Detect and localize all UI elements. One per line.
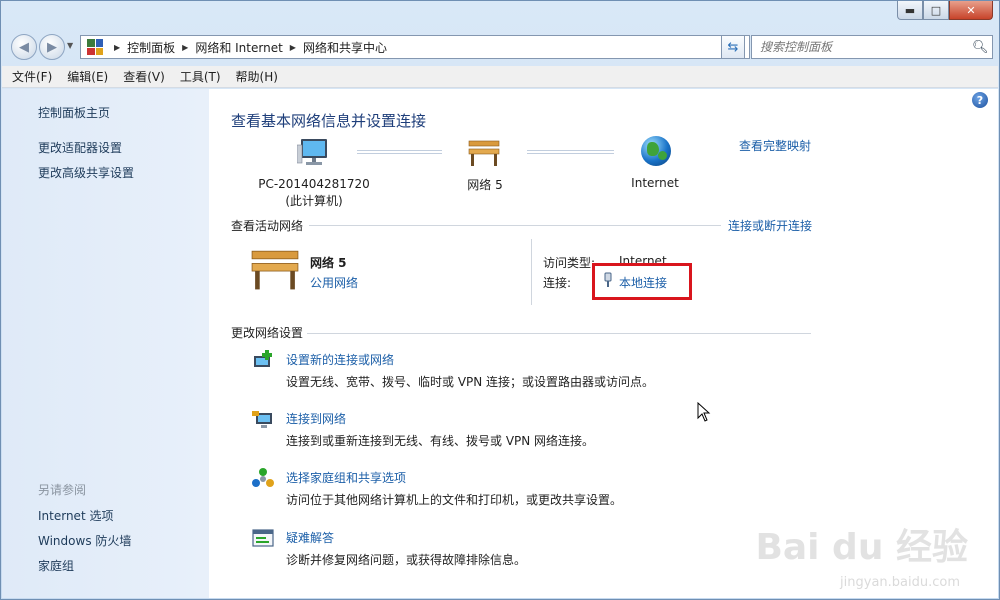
access-type-label: 访问类型: bbox=[543, 256, 596, 270]
divider bbox=[307, 333, 811, 334]
connect-disconnect-link[interactable]: 连接或断开连接 bbox=[728, 217, 812, 234]
troubleshoot-icon bbox=[252, 529, 274, 547]
computer-name: PC-201404281720 bbox=[258, 177, 370, 191]
window: ▬ □ ✕ ◀ ▶ ▼ ▶ 控制面板 ▶ 网络和 Internet ▶ 网络和共… bbox=[0, 0, 1000, 600]
breadcrumb-network-sharing[interactable]: 网络和共享中心 bbox=[303, 39, 387, 56]
computer-sub: (此计算机) bbox=[285, 194, 343, 208]
active-networks-title: 查看活动网络 bbox=[231, 219, 304, 233]
change-settings-title: 更改网络设置 bbox=[231, 326, 304, 340]
mouse-cursor-icon bbox=[697, 402, 711, 422]
close-button[interactable]: ✕ bbox=[949, 1, 993, 20]
maximize-button[interactable]: □ bbox=[923, 1, 949, 20]
network-type-link[interactable]: 公用网络 bbox=[310, 274, 358, 291]
internet-map-label[interactable]: Internet bbox=[615, 176, 695, 190]
sidebar-change-advanced-sharing[interactable]: 更改高级共享设置 bbox=[38, 164, 134, 181]
menu-view[interactable]: 查看(V) bbox=[123, 68, 165, 85]
setup-connection-link[interactable]: 设置新的连接或网络 bbox=[286, 351, 394, 368]
see-also-heading: 另请参阅 bbox=[38, 483, 87, 497]
forward-arrow-icon: ▶ bbox=[47, 39, 57, 55]
search-icon[interactable]: 🔍︎ bbox=[972, 40, 992, 55]
troubleshoot-desc: 诊断并修复网络问题，或获得故障排除信息。 bbox=[286, 553, 527, 567]
bench-icon bbox=[251, 250, 299, 290]
sidebar-control-panel-home[interactable]: 控制面板主页 bbox=[38, 104, 110, 121]
new-connection-icon bbox=[254, 350, 272, 367]
active-network-name: 网络 5 bbox=[310, 256, 347, 270]
breadcrumb-control-panel[interactable]: 控制面板 bbox=[127, 39, 175, 56]
view-full-map-link[interactable]: 查看完整映射 bbox=[739, 137, 811, 154]
menu-file[interactable]: 文件(F) bbox=[12, 68, 52, 85]
chevron-right-icon[interactable]: ▶ bbox=[182, 43, 188, 52]
breadcrumb-network-internet[interactable]: 网络和 Internet bbox=[195, 39, 282, 56]
network-map-label[interactable]: 网络 5 bbox=[445, 176, 525, 193]
back-button[interactable]: ◀ bbox=[11, 34, 37, 60]
help-icon[interactable]: ? bbox=[972, 92, 988, 108]
forward-button[interactable]: ▶ bbox=[39, 34, 65, 60]
connect-network-link[interactable]: 连接到网络 bbox=[286, 410, 346, 427]
divider bbox=[309, 225, 721, 226]
page-title: 查看基本网络信息并设置连接 bbox=[231, 112, 427, 130]
search-box[interactable]: 🔍︎ bbox=[751, 35, 993, 59]
computer-icon bbox=[297, 139, 327, 165]
baidu-watermark: Bai du 经验 bbox=[755, 527, 968, 568]
menu-tools[interactable]: 工具(T) bbox=[180, 68, 221, 85]
sidebar-change-adapter-settings[interactable]: 更改适配器设置 bbox=[38, 139, 122, 156]
sidebar-homegroup[interactable]: 家庭组 bbox=[38, 557, 74, 574]
main-content: ? 查看基本网络信息并设置连接 查看完整映射 PC-201404281720 (… bbox=[209, 89, 998, 598]
map-connector bbox=[357, 150, 442, 154]
navigation-bar: ◀ ▶ ▼ ▶ 控制面板 ▶ 网络和 Internet ▶ 网络和共享中心 ▼ … bbox=[9, 31, 993, 63]
internet-globe-icon bbox=[641, 136, 671, 166]
this-computer-label[interactable]: PC-201404281720 (此计算机) bbox=[249, 176, 379, 210]
recent-pages-dropdown[interactable]: ▼ bbox=[67, 41, 73, 50]
homegroup-sharing-link[interactable]: 选择家庭组和共享选项 bbox=[286, 469, 406, 486]
minimize-button[interactable]: ▬ bbox=[897, 1, 923, 20]
search-input[interactable] bbox=[752, 40, 972, 54]
control-panel-icon bbox=[87, 39, 103, 55]
chevron-right-icon[interactable]: ▶ bbox=[290, 43, 296, 52]
left-task-pane: 控制面板主页 更改适配器设置 更改高级共享设置 另请参阅 Internet 选项… bbox=[2, 89, 209, 598]
menu-help[interactable]: 帮助(H) bbox=[236, 68, 278, 85]
back-arrow-icon: ◀ bbox=[19, 39, 29, 55]
troubleshoot-link[interactable]: 疑难解答 bbox=[286, 529, 334, 546]
chevron-right-icon[interactable]: ▶ bbox=[114, 43, 120, 52]
address-bar[interactable]: ▶ 控制面板 ▶ 网络和 Internet ▶ 网络和共享中心 ▼ bbox=[80, 35, 750, 59]
baidu-watermark-url: jingyan.baidu.com bbox=[840, 575, 960, 590]
map-connector bbox=[527, 150, 614, 154]
caption-buttons: ▬ □ ✕ bbox=[897, 1, 993, 20]
connect-network-icon bbox=[252, 411, 272, 428]
divider bbox=[531, 239, 532, 305]
bench-icon bbox=[468, 140, 500, 166]
homegroup-icon bbox=[252, 468, 274, 487]
menu-bar: 文件(F) 编辑(E) 查看(V) 工具(T) 帮助(H) bbox=[2, 66, 998, 88]
menu-edit[interactable]: 编辑(E) bbox=[67, 68, 108, 85]
homegroup-sharing-desc: 访问位于其他网络计算机上的文件和打印机，或更改共享设置。 bbox=[286, 493, 623, 507]
refresh-button[interactable]: ⇆ bbox=[721, 35, 745, 59]
setup-connection-desc: 设置无线、宽带、拨号、临时或 VPN 连接；或设置路由器或访问点。 bbox=[286, 375, 655, 389]
connect-network-desc: 连接到或重新连接到无线、有线、拨号或 VPN 网络连接。 bbox=[286, 434, 595, 448]
refresh-icon: ⇆ bbox=[727, 39, 739, 55]
sidebar-windows-firewall[interactable]: Windows 防火墙 bbox=[38, 532, 131, 549]
sidebar-internet-options[interactable]: Internet 选项 bbox=[38, 507, 113, 524]
highlight-box bbox=[592, 263, 692, 300]
connections-label: 连接: bbox=[543, 276, 572, 290]
